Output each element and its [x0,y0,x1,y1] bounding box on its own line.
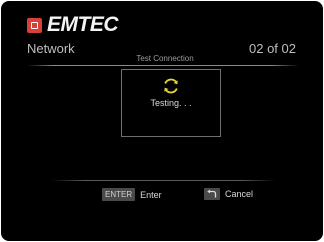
cancel-label: Cancel [225,189,254,199]
refresh-spinner-icon [164,78,178,94]
brand-logo-text: EMTEC [47,13,119,36]
tv-screen: EMTEC Network 02 of 02 Test Connection T… [1,1,323,241]
test-connection-dialog: Testing. . . [121,69,221,137]
footer-divider [51,180,276,181]
enter-label: Enter [140,189,162,200]
brand-badge-icon [27,17,42,33]
enter-button[interactable]: ENTER Enter [102,188,162,201]
cancel-button[interactable]: Cancel [204,188,253,200]
page-counter: 02 of 02 [249,41,296,56]
return-arrow-icon [204,188,220,200]
page-title: Network [27,41,75,56]
enter-key-badge: ENTER [102,188,136,201]
testing-status-text: Testing. . . [150,98,192,108]
header-divider [27,65,299,66]
dialog-title: Test Connection [136,54,194,63]
brand-logo: EMTEC [27,13,119,36]
